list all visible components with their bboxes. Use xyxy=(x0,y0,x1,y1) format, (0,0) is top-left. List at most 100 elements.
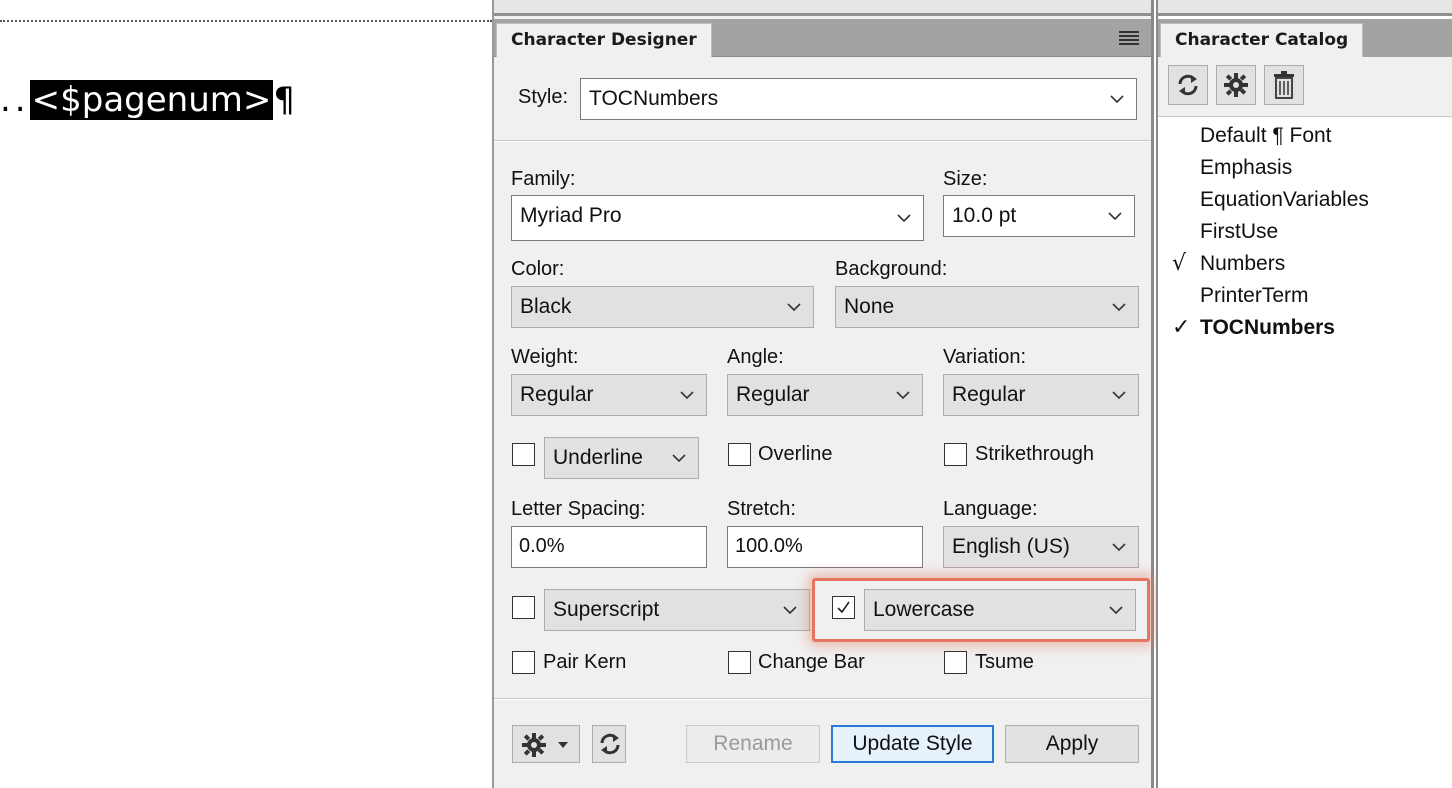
divider xyxy=(494,140,1151,142)
trash-icon xyxy=(1274,71,1294,99)
underline-checkbox[interactable] xyxy=(512,443,535,466)
superscript-select-value: Superscript xyxy=(553,598,660,621)
family-select[interactable]: Myriad Pro xyxy=(511,195,924,241)
list-item-label: FirstUse xyxy=(1200,220,1279,243)
list-item[interactable]: EquationVariables xyxy=(1158,184,1452,216)
overline-checkbox[interactable] xyxy=(728,443,751,466)
chevron-down-icon xyxy=(1106,207,1124,225)
panel-menu-icon[interactable] xyxy=(1119,31,1139,45)
catalog-refresh-button[interactable] xyxy=(1168,65,1208,105)
stretch-label: Stretch: xyxy=(727,498,796,520)
pair-kern-checkbox[interactable] xyxy=(512,651,535,674)
chevron-down-icon xyxy=(1107,601,1125,619)
superscript-select[interactable]: Superscript xyxy=(544,589,810,631)
list-item-label: Emphasis xyxy=(1200,156,1293,179)
color-select[interactable]: Black xyxy=(511,286,814,328)
language-label: Language: xyxy=(943,498,1038,520)
language-select[interactable]: English (US) xyxy=(943,526,1139,568)
family-select-value: Myriad Pro xyxy=(520,204,622,227)
angle-select-value: Regular xyxy=(736,383,810,406)
paragraph-mark: ¶ xyxy=(273,80,296,120)
catalog-toolbar xyxy=(1158,57,1452,117)
check-icon: ✓ xyxy=(1172,315,1191,340)
apply-button[interactable]: Apply xyxy=(1005,725,1139,763)
panel-top-strip xyxy=(1158,0,1452,16)
list-item-label: Default ¶ Font xyxy=(1200,124,1332,147)
language-select-value: English (US) xyxy=(952,535,1070,558)
chevron-down-icon xyxy=(895,209,913,227)
dropdown-arrow-icon xyxy=(558,742,568,748)
style-select[interactable]: TOCNumbers xyxy=(580,78,1137,120)
variation-select[interactable]: Regular xyxy=(943,374,1139,416)
catalog-list: Default ¶ Font Emphasis EquationVariable… xyxy=(1158,120,1452,344)
document-area[interactable]: ..<$pagenum>¶ xyxy=(0,0,492,788)
tsume-label[interactable]: Tsume xyxy=(975,651,1034,674)
list-item[interactable]: FirstUse xyxy=(1158,216,1452,248)
refresh-icon xyxy=(600,733,620,755)
gear-icon xyxy=(1224,73,1248,97)
toc-entry-line[interactable]: ..<$pagenum>¶ xyxy=(0,72,295,128)
stretch-input[interactable]: 100.0% xyxy=(727,526,923,568)
tsume-checkbox[interactable] xyxy=(944,651,967,674)
list-item-selected[interactable]: ✓ TOCNumbers xyxy=(1158,312,1452,344)
settings-menu-button[interactable] xyxy=(512,725,580,763)
list-item-label: TOCNumbers xyxy=(1200,316,1335,339)
weight-label: Weight: xyxy=(511,346,579,368)
lowercase-checkbox[interactable] xyxy=(832,596,855,619)
size-select-value: 10.0 pt xyxy=(952,204,1017,227)
superscript-checkbox[interactable] xyxy=(512,596,535,619)
change-bar-label[interactable]: Change Bar xyxy=(758,651,865,674)
list-item[interactable]: √ Numbers xyxy=(1158,248,1452,280)
tab-character-catalog[interactable]: Character Catalog xyxy=(1160,23,1364,57)
change-bar-checkbox[interactable] xyxy=(728,651,751,674)
background-select-value: None xyxy=(844,295,895,318)
strikethrough-checkbox[interactable] xyxy=(944,443,967,466)
designer-tabbar: Character Designer xyxy=(494,19,1151,57)
update-style-button[interactable]: Update Style xyxy=(831,725,994,763)
variation-select-value: Regular xyxy=(952,383,1026,406)
check-icon: √ xyxy=(1172,251,1187,276)
list-item-label: Numbers xyxy=(1200,252,1286,275)
pair-kern-label[interactable]: Pair Kern xyxy=(543,651,626,674)
case-select-value: Lowercase xyxy=(873,598,975,621)
angle-select[interactable]: Regular xyxy=(727,374,923,416)
chevron-down-icon xyxy=(1110,298,1128,316)
weight-select-value: Regular xyxy=(520,383,594,406)
dot-leader: .. xyxy=(0,80,30,120)
underline-select[interactable]: Underline xyxy=(544,437,699,479)
strikethrough-label[interactable]: Strikethrough xyxy=(975,443,1094,466)
character-designer-panel: Character Designer Style: TOCNumbers Fam… xyxy=(492,0,1154,788)
list-item[interactable]: Default ¶ Font xyxy=(1158,120,1452,152)
list-item[interactable]: PrinterTerm xyxy=(1158,280,1452,312)
gear-icon xyxy=(522,733,546,757)
background-select[interactable]: None xyxy=(835,286,1139,328)
tab-character-designer[interactable]: Character Designer xyxy=(496,23,712,57)
list-item-label: PrinterTerm xyxy=(1200,284,1309,307)
size-select[interactable]: 10.0 pt xyxy=(943,195,1135,237)
letter-spacing-input[interactable]: 0.0% xyxy=(511,526,707,568)
background-label: Background: xyxy=(835,258,948,280)
character-catalog-panel: Character Catalog Default ¶ Font Emphasi… xyxy=(1156,0,1452,788)
chevron-down-icon xyxy=(785,298,803,316)
chevron-down-icon xyxy=(781,601,799,619)
catalog-delete-button[interactable] xyxy=(1264,65,1304,105)
selected-building-block[interactable]: <$pagenum> xyxy=(29,80,274,120)
letter-spacing-label: Letter Spacing: xyxy=(511,498,646,520)
underline-select-value: Underline xyxy=(553,446,643,469)
chevron-down-icon xyxy=(678,386,696,404)
weight-select[interactable]: Regular xyxy=(511,374,707,416)
refresh-button[interactable] xyxy=(592,725,626,763)
style-label: Style: xyxy=(518,86,569,108)
overline-label[interactable]: Overline xyxy=(758,443,832,466)
list-item[interactable]: Emphasis xyxy=(1158,152,1452,184)
case-select[interactable]: Lowercase xyxy=(864,589,1136,631)
chevron-down-icon xyxy=(670,449,688,467)
color-select-value: Black xyxy=(520,295,572,318)
size-label: Size: xyxy=(943,168,988,190)
chevron-down-icon xyxy=(1110,386,1128,404)
chevron-down-icon xyxy=(1108,90,1126,108)
dotted-leader-line xyxy=(0,20,492,22)
family-label: Family: xyxy=(511,168,576,190)
rename-button[interactable]: Rename xyxy=(686,725,820,763)
catalog-options-button[interactable] xyxy=(1216,65,1256,105)
